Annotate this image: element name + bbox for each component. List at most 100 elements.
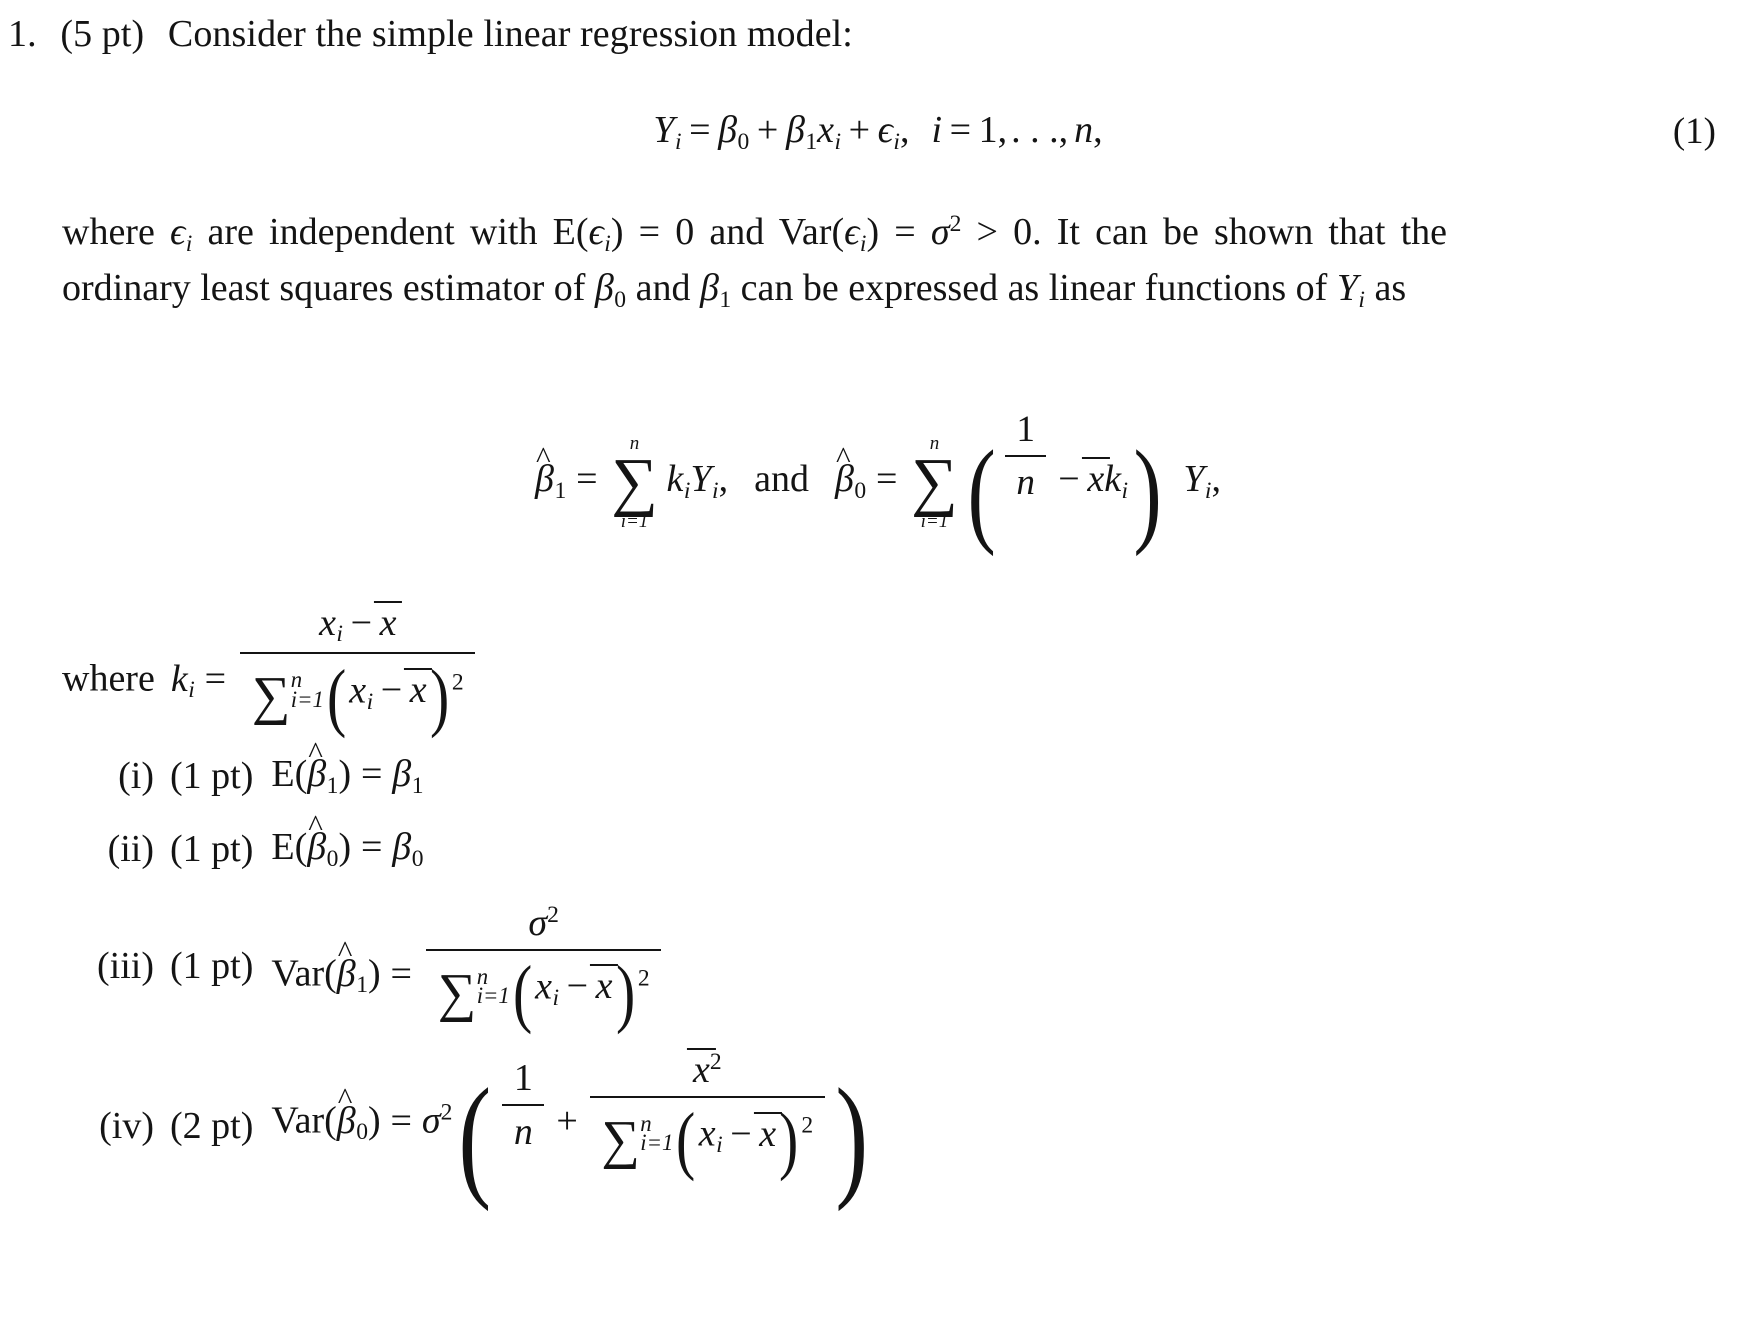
item-iii-arg-sub: 1 xyxy=(356,972,368,999)
eq1-n: n xyxy=(1074,109,1094,151)
assumptions-paragraph: where ϵi are independent with E(ϵi) = 0 … xyxy=(62,205,1447,318)
problem-number: 1. xyxy=(8,13,37,55)
item-ii-arg-sub: 0 xyxy=(326,845,339,872)
sub-question-iii: (iii) (1 pt) Var(β ^ 1) = σ2 ∑ n i=1 (xi − x) 2 xyxy=(62,891,1562,1041)
problem-points: (5 pt) xyxy=(60,13,145,55)
item-i-operator: E xyxy=(271,753,295,796)
Y-var-1: Y xyxy=(690,458,712,501)
Y-var-2: Y xyxy=(1183,458,1205,501)
n-denominator: n xyxy=(1005,454,1047,504)
k-den-x: x xyxy=(349,668,367,711)
para-part8: as xyxy=(1364,267,1407,310)
hat-accent-item-iv: ^ xyxy=(337,1081,353,1117)
k-num-minus: − xyxy=(350,601,372,644)
item-iii-den-exp: 2 xyxy=(637,965,650,992)
item-iv-paren-close: ) xyxy=(835,1059,869,1212)
item-iv-den-x: x xyxy=(698,1112,716,1155)
item-iii-paren-open: ( xyxy=(512,951,533,1036)
item-iv-label: (iv) xyxy=(99,1105,154,1147)
para-part3: ) = 0 and Var( xyxy=(610,211,845,253)
equation-1-tag: (1) xyxy=(1672,111,1716,152)
item-i-rhs-sub: 1 xyxy=(411,772,424,799)
item-iv-den-lower: i=1 xyxy=(640,1130,674,1156)
sum-sigma-2: ∑ xyxy=(911,446,958,519)
item-ii-equals: = xyxy=(360,826,383,869)
k-definition: where ki = xi − x ∑ n i=1 (xi − x) 2 xyxy=(62,600,480,735)
sub-questions-list: ( i) (1 pt) E(β ^ 1) = β1 (ii) (1 pt) E(β ^ 0) = β0 (… xyxy=(62,734,1562,1211)
est-equals-2: = xyxy=(876,458,898,501)
estimators-display: β ^ 1 = n ∑ i=1 kiYi, and β ^ 0 = n ∑ i=1(1 n − x ki) Yi, xyxy=(0,408,1756,552)
item-iii-den-x: x xyxy=(535,965,552,1008)
item-iii-body: Var(β ^ 1) = σ2 ∑ n i=1 (xi − x) 2 xyxy=(271,901,665,1031)
eq1-index: i xyxy=(931,109,943,151)
hat-accent-beta1: ^ xyxy=(536,439,551,475)
one-over-n-fraction: 1n xyxy=(1005,408,1047,504)
item-iv-den-limits: n i=1 xyxy=(640,1112,674,1156)
item-iv-num-xbar: x xyxy=(687,1047,716,1092)
hat-accent-item-i: ^ xyxy=(308,734,323,770)
eq1-comma-1: , xyxy=(899,109,910,151)
item-iv-sigma-exp: 2 xyxy=(440,1099,453,1126)
k-num-x: x xyxy=(319,601,336,644)
para-eps-1: ϵ xyxy=(170,211,186,253)
equation-1: Yi = β0 + β1xi + ϵi, i = 1,. . ., n, xyxy=(0,108,1756,156)
k-num-xbar: x xyxy=(373,600,403,645)
item-i-points: (1 pt) xyxy=(170,755,254,797)
item-i-arg-sub: 1 xyxy=(326,772,339,799)
eq1-epsilon: ϵ xyxy=(877,109,893,151)
bar-accent-iv-den xyxy=(753,1111,782,1114)
item-i-equals: = xyxy=(360,753,383,796)
item-iv-arg-sub: 0 xyxy=(356,1119,368,1146)
item-iii-denominator: ∑ n i=1 (xi − x) 2 xyxy=(426,948,661,1036)
para-beta0: β xyxy=(594,267,614,310)
k-var-2: k xyxy=(1104,458,1122,501)
paren-open-big: ( xyxy=(967,427,996,558)
item-ii-body: E(β ^ 0) = β0 xyxy=(271,807,424,872)
eq1-equals-2: = xyxy=(949,109,972,151)
k-num-xbar-char: x xyxy=(379,601,397,644)
item-iv-den-sum: ∑ n i=1 xyxy=(601,1112,674,1167)
eq1-beta0-sub: 0 xyxy=(737,128,750,155)
bar-accent-iii xyxy=(590,964,619,967)
item-iv-inner-paren-open: ( xyxy=(676,1098,696,1183)
eq1-plus-2: + xyxy=(848,109,871,151)
para-part1: where xyxy=(62,211,170,253)
k-sub-2: i xyxy=(1121,477,1129,504)
sum-operator-1: n ∑ i=1 xyxy=(611,434,658,531)
item-iii-den-limits: n i=1 xyxy=(477,965,510,1008)
eq1-range-start: 1 xyxy=(978,109,998,151)
bar-accent-k-num xyxy=(373,600,403,603)
item-iv-plus: + xyxy=(556,1099,578,1142)
problem-heading: 1. (5 pt) Consider the simple linear reg… xyxy=(8,12,853,56)
item-ii-rhs-sub: 0 xyxy=(411,845,424,872)
para-sigma-exp: 2 xyxy=(949,211,962,238)
item-iv-numerator: x2 xyxy=(590,1047,825,1096)
item-iv-n: n xyxy=(502,1103,545,1155)
item-iv-fraction: x 2 ∑ n i=1 (xi − x) 2 xyxy=(589,1047,825,1183)
item-ii-arg: β ^ xyxy=(307,809,326,869)
x-bar-char-1: x xyxy=(1087,458,1105,501)
eq1-ellipsis: . . . xyxy=(1011,109,1059,151)
item-iii-points: (1 pt) xyxy=(170,945,254,987)
document-page: 1. (5 pt) Consider the simple linear reg… xyxy=(0,0,1756,1344)
item-iii-den-x-sub: i xyxy=(552,985,560,1012)
item-iv-den-x-sub: i xyxy=(716,1132,723,1159)
para-part6: and xyxy=(626,267,700,310)
k-def-k: k xyxy=(170,657,188,700)
eq1-comma-4: , xyxy=(1093,109,1103,151)
k-den-sum: ∑ n i=1 xyxy=(252,668,324,723)
item-iv-sigma: σ xyxy=(421,1099,441,1142)
item-iv-one-over-n: 1n xyxy=(502,1056,545,1155)
item-iii-sigma: σ xyxy=(528,901,548,944)
beta0-hat-sub: 0 xyxy=(854,477,867,504)
item-iii-den-minus: − xyxy=(566,965,589,1008)
sub-question-ii: (ii) (1 pt) E(β ^ 0) = β0 xyxy=(62,807,1562,891)
eq1-x-sub: i xyxy=(834,128,842,155)
sub-question-iv: (iv) (2 pt) Var(β ^ 0) = σ2(1 n + x 2 ∑ n i=1 (xi − x) 2) xyxy=(62,1041,1562,1211)
eq1-beta1: β xyxy=(785,109,805,151)
item-iii-arg: β ^ xyxy=(337,936,356,996)
equation-1-row: Yi = β0 + β1xi + ϵi, i = 1,. . ., n, (1) xyxy=(0,108,1756,156)
item-i-body: E(β ^ 1) = β1 xyxy=(271,734,424,799)
item-iii-den-xbar: x xyxy=(590,964,619,1009)
k-def-equals: = xyxy=(204,657,227,700)
